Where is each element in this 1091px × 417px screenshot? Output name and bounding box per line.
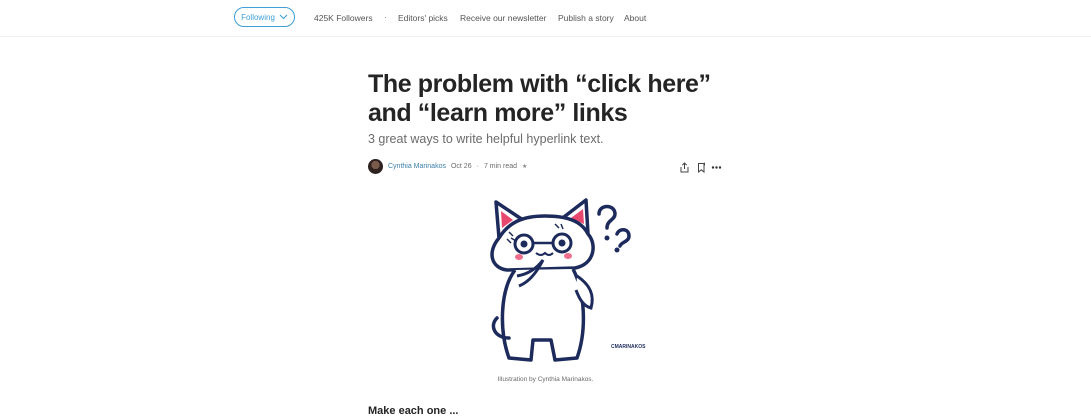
more-options-button[interactable] — [711, 160, 722, 172]
share-icon — [680, 162, 689, 173]
author-avatar[interactable] — [368, 158, 383, 174]
followers-count[interactable]: 425K Followers — [314, 13, 373, 23]
image-caption: Illustration by Cynthia Marinakos. — [497, 376, 594, 383]
publish-date: Oct 26 — [450, 162, 472, 170]
cat-illustration: CMARINAKOS — [490, 198, 646, 362]
nav-publish-story[interactable]: Publish a story — [558, 13, 614, 23]
illustration-signature: CMARINAKOS — [611, 344, 646, 350]
nav-about[interactable]: About — [624, 13, 646, 23]
following-label: Following — [241, 12, 275, 22]
nav-separator: · — [384, 12, 387, 22]
share-button[interactable] — [679, 160, 690, 173]
bookmark-icon — [698, 162, 705, 174]
article-title: The problem with “click here” and “learn… — [368, 70, 711, 127]
nav-newsletter[interactable]: Receive our newsletter — [460, 13, 546, 23]
next-section-heading: Make each one ... — [368, 405, 459, 417]
member-star-icon: ★ — [522, 163, 528, 170]
nav-editors-picks[interactable]: Editors' picks — [398, 13, 448, 23]
following-button[interactable]: Following — [234, 7, 295, 27]
author-name[interactable]: Cynthia Marinakos — [388, 163, 446, 170]
article-subtitle: 3 great ways to write helpful hyperlink … — [368, 132, 604, 146]
bookmark-button[interactable] — [696, 160, 707, 174]
byline-separator: · — [476, 162, 479, 170]
read-time: 7 min read — [483, 162, 518, 170]
byline: Cynthia Marinakos Oct 26 · 7 min read ★ — [368, 157, 527, 175]
more-icon — [711, 166, 722, 169]
chevron-down-icon — [279, 14, 288, 20]
publication-header: Following 425K Followers · Editors' pick… — [0, 0, 1091, 37]
